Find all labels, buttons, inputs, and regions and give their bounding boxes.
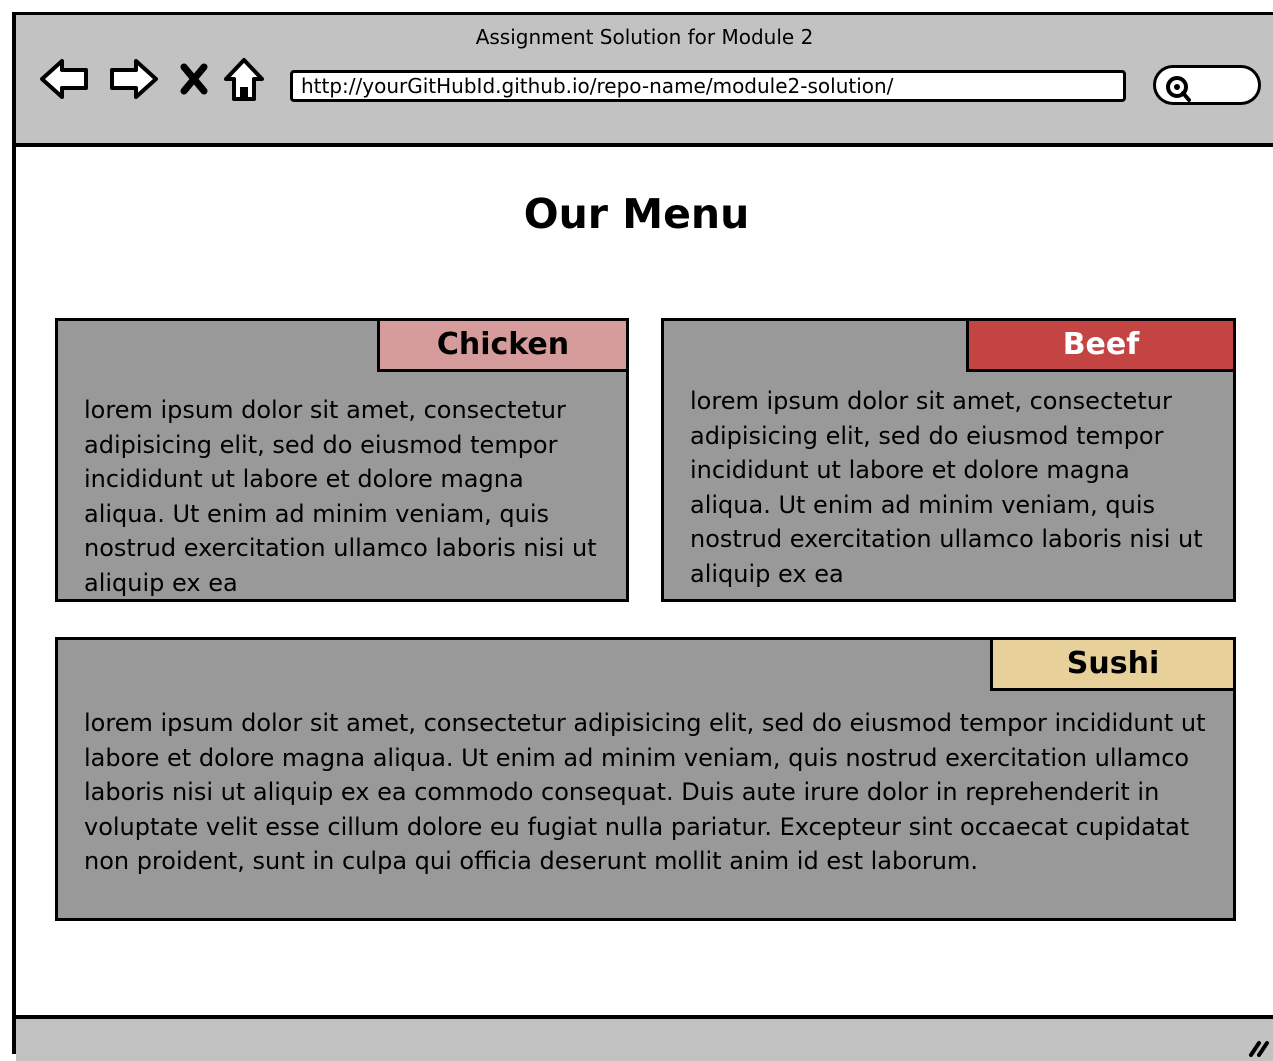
close-x-icon[interactable]: [178, 55, 210, 103]
page-title: Our Menu: [523, 190, 750, 238]
menu-card-sushi: Sushi lorem ipsum dolor sit amet, consec…: [55, 637, 1236, 921]
card-text-chicken: lorem ipsum dolor sit amet, consectetur …: [84, 396, 597, 597]
forward-arrow-icon[interactable]: [108, 55, 160, 103]
card-label-sushi: Sushi: [990, 637, 1236, 691]
address-bar[interactable]: http://yourGitHubId.github.io/repo-name/…: [290, 70, 1126, 102]
card-text-beef: lorem ipsum dolor sit amet, consectetur …: [690, 387, 1203, 588]
card-text-sushi: lorem ipsum dolor sit amet, consectetur …: [84, 709, 1206, 875]
menu-card-chicken: Chicken lorem ipsum dolor sit amet, cons…: [55, 318, 629, 602]
card-label-beef: Beef: [966, 318, 1236, 372]
menu-card-beef: Beef lorem ipsum dolor sit amet, consect…: [661, 318, 1236, 602]
home-icon[interactable]: [222, 55, 266, 103]
browser-toolbar: Assignment Solution for Module 2 http://…: [16, 15, 1273, 147]
back-arrow-icon[interactable]: [38, 55, 90, 103]
card-label-chicken: Chicken: [377, 318, 629, 372]
search-field[interactable]: [1153, 65, 1261, 105]
resize-grip-icon[interactable]: [1245, 1033, 1269, 1057]
status-bar: [16, 1015, 1273, 1061]
window-title: Assignment Solution for Module 2: [475, 25, 814, 49]
search-icon: [1166, 76, 1191, 102]
